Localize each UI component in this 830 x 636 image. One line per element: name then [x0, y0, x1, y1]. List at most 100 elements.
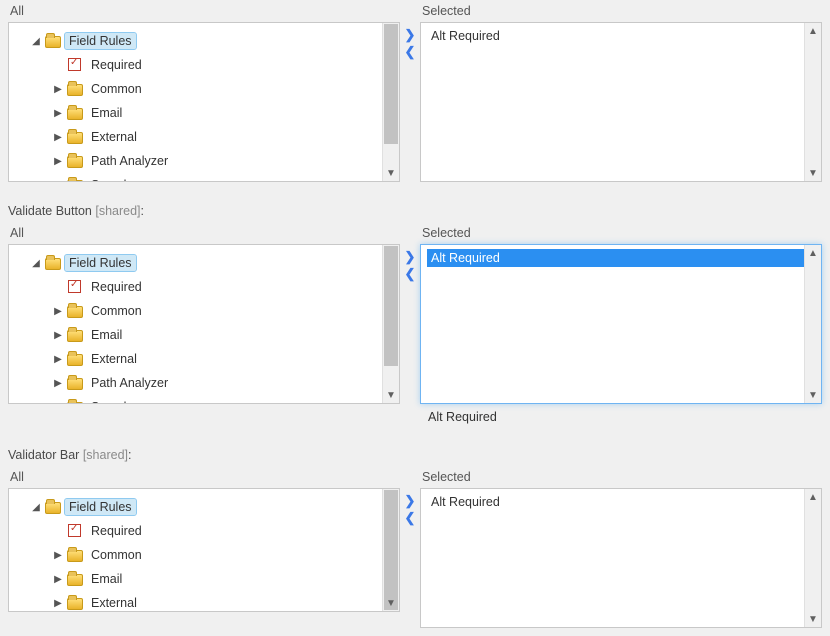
shared-suffix: [shared] — [83, 448, 128, 462]
tree-node-label[interactable]: Email — [87, 327, 126, 343]
scroll-down-icon[interactable]: ▼ — [805, 387, 821, 403]
selected-label: Selected — [420, 466, 822, 488]
scroll-up-icon[interactable]: ▲ — [805, 489, 821, 505]
tree-node-label[interactable]: External — [87, 351, 141, 367]
tree-node[interactable]: ▶ Email — [17, 101, 395, 125]
scrollbar[interactable]: ▼ — [382, 489, 399, 611]
move-right-button[interactable]: ❯ — [405, 248, 416, 265]
tree-node[interactable]: ▶ Sample — [17, 395, 395, 403]
selected-label: Selected — [420, 222, 822, 244]
scrollbar[interactable]: ▼ — [382, 23, 399, 181]
tree-node[interactable]: ▶ Path Analyzer — [17, 149, 395, 173]
tree-node[interactable]: ▶ Common — [17, 77, 395, 101]
selected-list[interactable]: Alt Required▲▼ — [420, 488, 822, 628]
tree-panel[interactable]: ◢ Field Rules Required ▶ Common ▶ Email ▶ Extern… — [8, 244, 400, 404]
tree-root-label[interactable]: Field Rules — [65, 255, 136, 271]
scrollbar-thumb[interactable] — [384, 24, 398, 144]
tree-node-label[interactable]: Path Analyzer — [87, 153, 172, 169]
tree-node[interactable]: ▶ Email — [17, 323, 395, 347]
tree-node[interactable]: ▶ Common — [17, 543, 395, 567]
folder-icon — [67, 154, 83, 168]
tree-node-label[interactable]: Path Analyzer — [87, 375, 172, 391]
tree-node-label[interactable]: Sample — [87, 177, 137, 181]
all-label: All — [8, 466, 400, 488]
scrollbar[interactable]: ▲▼ — [804, 23, 821, 181]
scroll-down-icon[interactable]: ▼ — [383, 387, 399, 403]
tree-node[interactable]: ▶ Common — [17, 299, 395, 323]
folder-icon — [45, 500, 61, 514]
tree-node-label[interactable]: Email — [87, 105, 126, 121]
expander-closed-icon[interactable]: ▶ — [53, 574, 63, 585]
folder-icon — [67, 130, 83, 144]
scroll-up-icon[interactable]: ▲ — [805, 245, 821, 261]
expander-closed-icon[interactable]: ▶ — [53, 108, 63, 119]
scrollbar-thumb[interactable] — [384, 490, 398, 610]
expander-closed-icon[interactable]: ▶ — [53, 180, 63, 182]
folder-icon — [67, 596, 83, 610]
folder-icon — [67, 400, 83, 403]
scroll-down-icon[interactable]: ▼ — [383, 595, 399, 611]
move-right-button[interactable]: ❯ — [405, 492, 416, 509]
scrollbar[interactable]: ▲▼ — [804, 245, 821, 403]
expander-closed-icon[interactable]: ▶ — [53, 598, 63, 609]
tree-node[interactable]: ▶ Path Analyzer — [17, 371, 395, 395]
tree-node[interactable]: ▶ Sample — [17, 173, 395, 181]
tree-root-node[interactable]: ◢ Field Rules — [17, 29, 395, 53]
list-item[interactable]: Alt Required — [427, 493, 815, 511]
tree-node[interactable]: Required — [17, 519, 395, 543]
expander-closed-icon[interactable]: ▶ — [53, 402, 63, 404]
tree-node[interactable]: ▶ External — [17, 347, 395, 371]
expander-closed-icon[interactable]: ▶ — [53, 156, 63, 167]
scrollbar[interactable]: ▼ — [382, 245, 399, 403]
expander-closed-icon[interactable]: ▶ — [53, 378, 63, 389]
folder-icon — [67, 376, 83, 390]
tree-node-label[interactable]: External — [87, 129, 141, 145]
list-item[interactable]: Alt Required — [427, 27, 815, 45]
expander-open-icon[interactable]: ◢ — [31, 502, 41, 513]
folder-icon — [67, 304, 83, 318]
tree-node[interactable]: ▶ External — [17, 125, 395, 149]
tree-node[interactable]: Required — [17, 53, 395, 77]
scroll-down-icon[interactable]: ▼ — [383, 165, 399, 181]
scroll-down-icon[interactable]: ▼ — [805, 165, 821, 181]
expander-open-icon[interactable]: ◢ — [31, 36, 41, 47]
selected-label: Selected — [420, 0, 822, 22]
tree-node-label[interactable]: External — [87, 595, 141, 611]
folder-icon — [45, 256, 61, 270]
move-left-button[interactable]: ❮ — [405, 509, 416, 526]
selected-list[interactable]: Alt Required▲▼ — [420, 22, 822, 182]
move-left-button[interactable]: ❮ — [405, 43, 416, 60]
tree-node[interactable]: Required — [17, 275, 395, 299]
tree-node[interactable]: ▶ Email — [17, 567, 395, 591]
expander-closed-icon[interactable]: ▶ — [53, 354, 63, 365]
tree-node-label[interactable]: Required — [87, 279, 146, 295]
scrollbar-thumb[interactable] — [384, 246, 398, 366]
expander-closed-icon[interactable]: ▶ — [53, 132, 63, 143]
scroll-up-icon[interactable]: ▲ — [805, 23, 821, 39]
move-left-button[interactable]: ❮ — [405, 265, 416, 282]
scroll-down-icon[interactable]: ▼ — [805, 611, 821, 627]
scrollbar[interactable]: ▲▼ — [804, 489, 821, 627]
move-right-button[interactable]: ❯ — [405, 26, 416, 43]
tree-panel[interactable]: ◢ Field Rules Required ▶ Common ▶ Email ▶ Extern… — [8, 22, 400, 182]
tree-node-label[interactable]: Required — [87, 57, 146, 73]
expander-open-icon[interactable]: ◢ — [31, 258, 41, 269]
tree-panel[interactable]: ◢ Field Rules Required ▶ Common ▶ Email ▶ Extern… — [8, 488, 400, 612]
tree-node-label[interactable]: Sample — [87, 399, 137, 403]
tree-node-label[interactable]: Required — [87, 523, 146, 539]
tree-root-node[interactable]: ◢ Field Rules — [17, 495, 395, 519]
tree-root-label[interactable]: Field Rules — [65, 33, 136, 49]
expander-closed-icon[interactable]: ▶ — [53, 84, 63, 95]
selected-list[interactable]: Alt Required▲▼ — [420, 244, 822, 404]
expander-closed-icon[interactable]: ▶ — [53, 550, 63, 561]
tree-node-label[interactable]: Common — [87, 81, 146, 97]
tree-node-label[interactable]: Email — [87, 571, 126, 587]
tree-root-label[interactable]: Field Rules — [65, 499, 136, 515]
tree-node-label[interactable]: Common — [87, 303, 146, 319]
tree-node-label[interactable]: Common — [87, 547, 146, 563]
list-item[interactable]: Alt Required — [427, 249, 815, 267]
expander-closed-icon[interactable]: ▶ — [53, 330, 63, 341]
expander-closed-icon[interactable]: ▶ — [53, 306, 63, 317]
tree-root-node[interactable]: ◢ Field Rules — [17, 251, 395, 275]
tree-node[interactable]: ▶ External — [17, 591, 395, 611]
